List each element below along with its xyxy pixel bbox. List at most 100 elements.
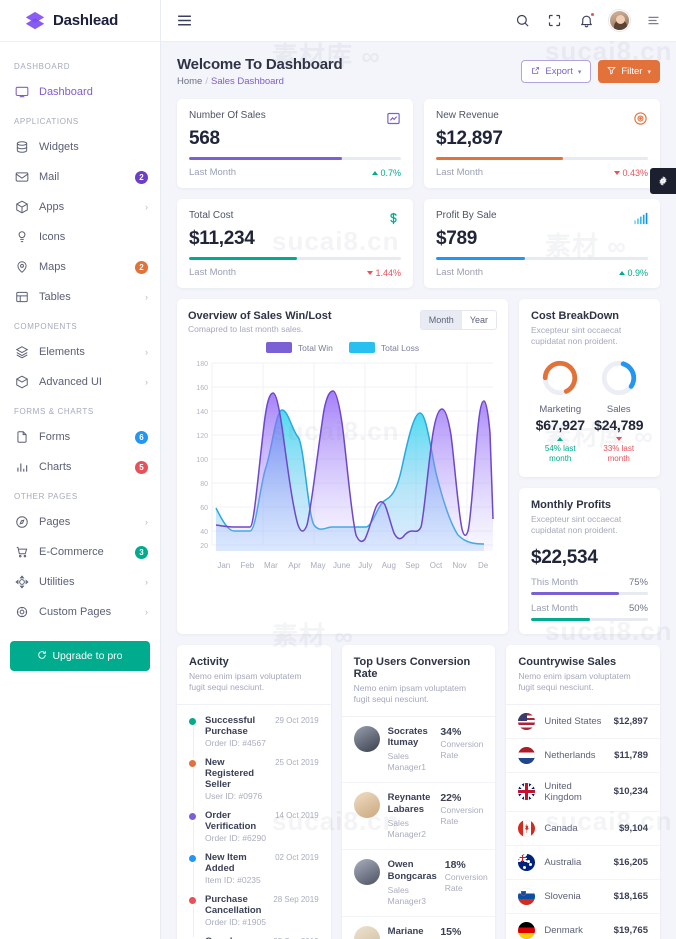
filter-label: Filter [621, 66, 643, 77]
map-pin-icon [14, 260, 29, 275]
table-row[interactable]: United Kingdom $10,234 [506, 773, 660, 812]
sidebar-item-label: Pages [39, 516, 71, 528]
sidebar-item-label: Maps [39, 261, 66, 273]
box-icon [14, 375, 29, 390]
table-row[interactable]: Canada $9,104 [506, 812, 660, 846]
export-button[interactable]: Export ▾ [521, 60, 592, 83]
chart-plot: 180 160 140 120 100 80 60 40 20 [188, 355, 497, 560]
activity-body: New Item Added 02 Oct 2019 Item ID: #023… [205, 852, 319, 885]
sidebar-item-forms[interactable]: Forms 6 [0, 422, 160, 452]
countrywise-sales-card: Countrywise Sales Nemo enim ipsam volupt… [506, 644, 660, 939]
sidebar-item-utilities[interactable]: Utilities › [0, 567, 160, 597]
breadcrumb-home[interactable]: Home [177, 76, 202, 87]
activity-item[interactable]: Successful Purchase 29 Oct 2019 Order ID… [189, 715, 319, 757]
sidebar-item-pages[interactable]: Pages › [0, 507, 160, 537]
fullscreen-icon[interactable] [545, 12, 563, 30]
user-metric: 34% Conversion Rate [440, 726, 483, 761]
cost-breakdown-title: Cost BreakDown [531, 310, 620, 322]
nl-flag [518, 746, 536, 764]
settings-tab-button[interactable] [650, 168, 676, 194]
activity-item[interactable]: Order Verification 14 Oct 2019 Order ID:… [189, 810, 319, 852]
brand-name: Dashlead [53, 12, 119, 29]
stat-value: 568 [189, 128, 220, 149]
sidebar-item-label: Utilities [39, 576, 75, 588]
avatar [353, 926, 380, 939]
activity-date: 14 Oct 2019 [275, 810, 319, 820]
profit-row-header: This Month 75% [531, 577, 648, 588]
stat-label: New Revenue [436, 110, 499, 121]
bell-icon[interactable] [577, 11, 595, 30]
menu-lines-icon[interactable] [644, 12, 662, 30]
user-role: Sales Manager1 [387, 751, 426, 773]
stat-value: $789 [436, 228, 478, 249]
user-avatar[interactable] [609, 10, 630, 31]
sidebar-item-elements[interactable]: Elements › [0, 337, 160, 367]
list-item[interactable]: Socrates Itumay Sales Manager1 34% Conve… [341, 717, 496, 784]
top-users-header: Top Users Conversion Rate Nemo enim ipsa… [341, 645, 496, 717]
upgrade-to-pro-button[interactable]: Upgrade to pro [10, 641, 150, 671]
triangle-down-icon [367, 270, 374, 275]
toggle-year[interactable]: Year [462, 311, 496, 329]
sidebar-item-maps[interactable]: Maps 2 [0, 252, 160, 282]
countrywise-header: Countrywise Sales Nemo enim ipsam volupt… [506, 645, 660, 705]
widgets-icon [14, 140, 29, 155]
hamburger-icon[interactable] [175, 12, 193, 30]
nav-section-dashboard: DASHBOARD [14, 62, 71, 71]
sidebar-item-icons[interactable]: Icons [0, 222, 160, 252]
stat-delta: 0.9% [619, 268, 648, 278]
user-name: Mariane Galeon [387, 926, 424, 939]
sidebar-item-widgets[interactable]: Widgets [0, 132, 160, 162]
table-row[interactable]: Slovenia $18,165 [506, 880, 660, 914]
donut-marketing: Marketing $67,927 54% last month [531, 359, 590, 465]
triangle-up-icon [619, 270, 626, 275]
user-info: Socrates Itumay Sales Manager1 [388, 726, 433, 774]
list-item[interactable]: Mariane Galeon Sales Manager4 15% Conver… [342, 917, 496, 939]
sidebar-item-tables[interactable]: Tables › [0, 282, 160, 312]
sidebar-item-custom-pages[interactable]: Custom Pages › [0, 597, 160, 627]
table-row[interactable]: Denmark $19,765 [506, 914, 660, 939]
filter-button[interactable]: Filter ▾ [598, 60, 660, 83]
sidebar-item-ecommerce[interactable]: E-Commerce 3 [0, 537, 160, 567]
activity-name: Order Verification [205, 809, 257, 832]
top-users-title: Top Users Conversion Rate [353, 655, 471, 680]
icons-icon [14, 230, 29, 245]
sidebar-item-dashboard[interactable]: Dashboard [0, 77, 160, 107]
x-tick: Feb [240, 561, 255, 570]
activity-item[interactable]: Purchase Cancellation 28 Sep 2019 Order … [189, 894, 319, 936]
page-actions: Export ▾ Filter ▾ [521, 56, 660, 83]
activity-item[interactable]: New Registered Seller 25 Oct 2019 User I… [189, 757, 319, 810]
country-name: Denmark [544, 924, 583, 936]
activity-item[interactable]: Overdue Shipments 25 Sep 2019 Order ID: … [189, 936, 319, 939]
sidebar-item-advanced-ui[interactable]: Advanced UI › [0, 367, 160, 397]
stat-top: Total Cost [189, 210, 401, 226]
table-row[interactable]: Netherlands $11,789 [506, 739, 660, 773]
country-name: Netherlands [544, 749, 596, 761]
gear-icon [659, 176, 667, 186]
ca-flag [518, 819, 536, 837]
search-icon[interactable] [513, 12, 531, 30]
brand[interactable]: Dashlead [0, 0, 160, 42]
legend-swatch [348, 342, 375, 353]
sidebar-item-apps[interactable]: Apps › [0, 192, 160, 222]
sidebar-item-label: Dashboard [39, 86, 93, 98]
profit-row-label: Last Month [531, 602, 578, 614]
toggle-month[interactable]: Month [420, 311, 462, 329]
dashboard-app: Dashlead DASHBOARD Dashboard APPLICATION… [0, 0, 676, 939]
table-row[interactable]: Australia $16,205 [506, 846, 660, 880]
sidebar-item-mail[interactable]: Mail 2 [0, 162, 160, 192]
page-content: Welcome To Dashboard Home / Sales Dashboar… [161, 42, 676, 939]
sidebar-item-charts[interactable]: Charts 5 [0, 452, 160, 482]
stat-footer-label: Last Month [189, 267, 236, 278]
activity-item[interactable]: New Item Added 02 Oct 2019 Item ID: #023… [189, 852, 319, 894]
activity-meta: Order ID: #1905 [205, 916, 266, 927]
x-tick: July [358, 561, 373, 570]
legend-label: Total Win [297, 342, 333, 353]
triangle-up-icon [372, 170, 379, 175]
monthly-profits-card: Monthly Profits Excepteur sint occaecat … [519, 487, 660, 634]
target-icon [632, 110, 648, 126]
table-row[interactable]: United States $12,897 [506, 705, 660, 739]
activity-date: 02 Oct 2019 [275, 852, 319, 862]
list-item[interactable]: Reynante Labares Sales Manager2 22% Conv… [341, 783, 496, 851]
list-item[interactable]: Owen Bongcaras Sales Manager3 18% Conver… [341, 850, 496, 918]
profit-row-pct: 50% [628, 602, 648, 614]
